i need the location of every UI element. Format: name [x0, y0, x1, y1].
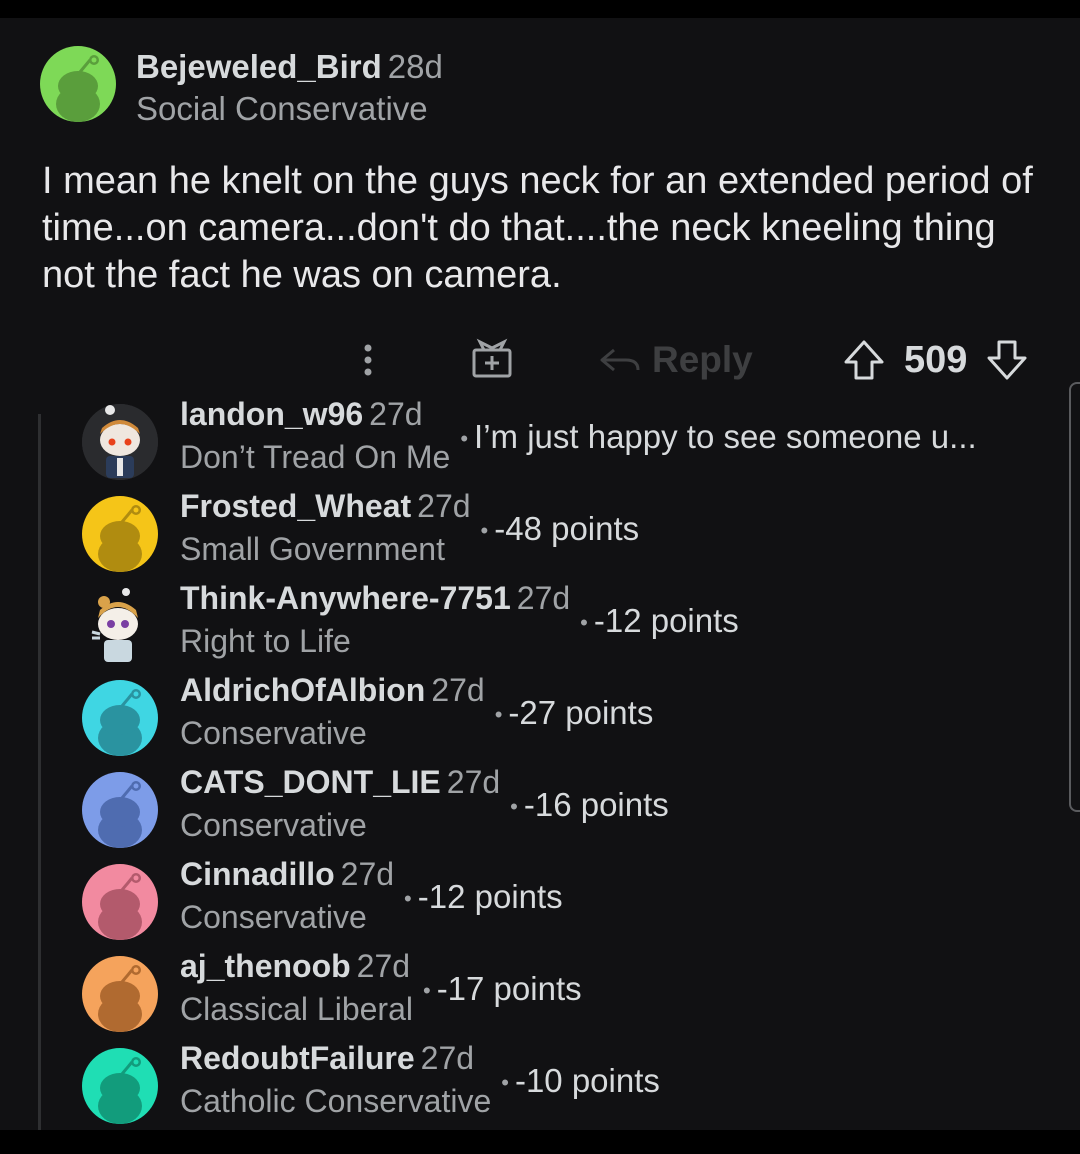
- avatar[interactable]: [82, 404, 158, 480]
- reply-author[interactable]: landon_w96: [180, 396, 363, 432]
- reply-snippet: • I’m just happy to see someone u...: [460, 418, 976, 456]
- reply-snippet-text: -48 points: [494, 510, 640, 547]
- more-options-button[interactable]: [354, 336, 382, 384]
- reply-snippet: • -12 points: [404, 878, 563, 916]
- downvote-arrow-icon[interactable]: [985, 336, 1029, 384]
- reply-age: 27d: [356, 948, 411, 984]
- separator-dot: •: [494, 702, 503, 728]
- snoo-avatar-icon: [91, 588, 138, 662]
- thread-line[interactable]: [38, 414, 41, 1130]
- vote-controls: 509: [842, 336, 1029, 384]
- avatar[interactable]: [82, 864, 158, 940]
- reply-author[interactable]: AldrichOfAlbion: [180, 672, 425, 708]
- reply-snippet-text: -12 points: [417, 878, 563, 915]
- reply-snippet-text: -27 points: [508, 694, 654, 731]
- reply-arrow-icon: [600, 348, 640, 372]
- user-flair: Classical Liberal: [180, 991, 413, 1027]
- reply-button[interactable]: Reply: [598, 336, 753, 384]
- reply-snippet: • -10 points: [501, 1062, 660, 1100]
- navigation-bar-area: [0, 1130, 1080, 1154]
- separator-dot: •: [580, 610, 588, 636]
- snoo-avatar-icon: [98, 781, 142, 848]
- avatar[interactable]: [82, 956, 158, 1032]
- reply-age: 27d: [516, 580, 571, 616]
- reply-age: 27d: [369, 396, 423, 432]
- reply-item[interactable]: Frosted_Wheat 27d Small Government • -48 p…: [82, 488, 639, 572]
- reply-age: 27d: [431, 672, 485, 708]
- user-flair: Conservative: [180, 807, 367, 843]
- comment-age: 28d: [387, 48, 443, 85]
- user-flair: Social Conservative: [136, 90, 428, 127]
- avatar[interactable]: [82, 680, 158, 756]
- reply-snippet: • -16 points: [510, 786, 669, 824]
- reply-snippet: • -48 points: [481, 510, 640, 548]
- comment-actions: Reply 509: [0, 336, 1080, 384]
- gift-icon: [472, 338, 512, 378]
- separator-dot: •: [460, 426, 469, 452]
- reply-snippet-text: -12 points: [593, 602, 739, 639]
- snoo-avatar-icon: [98, 965, 142, 1032]
- reply-age: 27d: [417, 488, 471, 524]
- snoo-avatar-icon: [56, 55, 100, 122]
- reply-author[interactable]: aj_thenoob: [180, 948, 351, 984]
- upvote-arrow-icon[interactable]: [842, 336, 886, 384]
- user-flair: Conservative: [180, 715, 367, 751]
- reply-item[interactable]: aj_thenoob 27d Classical Liberal • -17 poi…: [82, 948, 582, 1032]
- avatar[interactable]: [82, 496, 158, 572]
- snoo-avatar-icon: [98, 873, 142, 940]
- reply-item[interactable]: RedoubtFailure 27d Catholic Conservative …: [82, 1040, 660, 1124]
- reply-author[interactable]: Think-Anywhere-7751: [180, 580, 511, 616]
- reply-snippet-text: -17 points: [436, 970, 582, 1007]
- reply-age: 27d: [340, 856, 395, 892]
- reply-author[interactable]: Cinnadillo: [180, 856, 335, 892]
- reply-author[interactable]: Frosted_Wheat: [180, 488, 411, 524]
- scrollbar[interactable]: [1069, 382, 1080, 812]
- user-flair: Right to Life: [180, 623, 351, 659]
- reply-snippet: • -27 points: [495, 694, 654, 732]
- status-bar-area: [0, 0, 1080, 18]
- reply-item[interactable]: AldrichOfAlbion 27d Conservative • -27 poi…: [82, 672, 653, 756]
- comment-body: I mean he knelt on the guys neck for an …: [42, 160, 1033, 296]
- separator-dot: •: [422, 978, 431, 1004]
- avatar[interactable]: [82, 1048, 158, 1124]
- separator-dot: •: [501, 1070, 509, 1096]
- score-count: 509: [904, 338, 968, 381]
- reply-age: 27d: [420, 1040, 475, 1076]
- reply-snippet: • -17 points: [423, 970, 582, 1008]
- reply-item[interactable]: landon_w96 27d Don’t Tread On Me • I’m jus…: [82, 396, 977, 480]
- separator-dot: •: [404, 886, 412, 912]
- user-flair: Conservative: [180, 899, 367, 935]
- separator-dot: •: [510, 794, 518, 820]
- reply-snippet: • -12 points: [580, 602, 739, 640]
- snoo-avatar-icon: [98, 505, 142, 572]
- user-flair: Catholic Conservative: [180, 1083, 492, 1119]
- reply-snippet-text: I’m just happy to see someone u...: [474, 418, 977, 455]
- snoo-avatar-icon: [98, 1057, 142, 1124]
- avatar[interactable]: [40, 46, 116, 122]
- award-button[interactable]: [470, 336, 514, 384]
- user-flair: Small Government: [180, 531, 445, 567]
- snoo-avatar-icon: [82, 404, 158, 480]
- avatar[interactable]: [82, 772, 158, 848]
- comment-author[interactable]: Bejeweled_Bird: [136, 48, 382, 85]
- reply-snippet-text: -16 points: [523, 786, 669, 823]
- separator-dot: •: [480, 518, 489, 544]
- comment-header: Bejeweled_Bird 28d Social Conservative: [40, 46, 443, 128]
- avatar[interactable]: [82, 588, 158, 664]
- comment-thread-screen: Bejeweled_Bird 28d Social Conservative I …: [0, 18, 1080, 1130]
- snoo-avatar-icon: [98, 689, 142, 756]
- reply-item[interactable]: Think-Anywhere-7751 27d Right to Life • -1…: [82, 580, 739, 664]
- reply-age: 27d: [446, 764, 501, 800]
- vertical-dots-icon: [364, 344, 372, 376]
- reply-item[interactable]: Cinnadillo 27d Conservative • -12 points: [82, 856, 563, 940]
- user-flair: Don’t Tread On Me: [180, 439, 451, 475]
- reply-snippet-text: -10 points: [514, 1062, 660, 1099]
- reply-item[interactable]: CATS_DONT_LIE 27d Conservative • -16 point…: [82, 764, 669, 848]
- reply-label: Reply: [652, 339, 753, 380]
- reply-author[interactable]: CATS_DONT_LIE: [180, 764, 441, 800]
- reply-author[interactable]: RedoubtFailure: [180, 1040, 415, 1076]
